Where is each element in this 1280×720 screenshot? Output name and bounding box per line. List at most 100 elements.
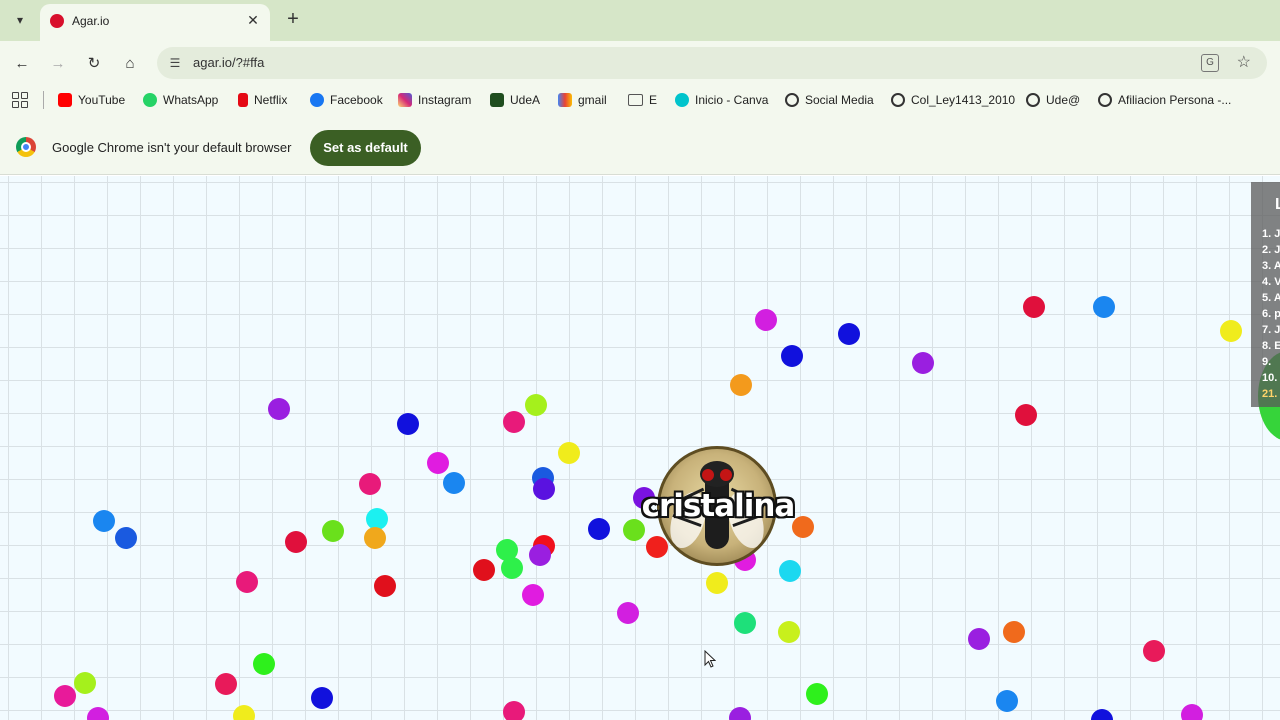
instagram-icon xyxy=(398,93,412,107)
food-pellet xyxy=(503,411,525,433)
globe-icon xyxy=(1098,93,1112,107)
food-pellet xyxy=(374,575,396,597)
tab-search-chevron-icon[interactable]: ▾ xyxy=(8,8,32,32)
leaderboard-entry: 3. A xyxy=(1262,260,1280,272)
food-pellet xyxy=(588,518,610,540)
gmail-icon xyxy=(558,93,572,107)
game-canvas[interactable]: cristalina L 1. J 2. J 3. A 4. V 5. A 6.… xyxy=(0,176,1280,720)
food-pellet xyxy=(968,628,990,650)
netflix-icon xyxy=(238,93,248,107)
food-pellet xyxy=(529,544,551,566)
food-pellet xyxy=(236,571,258,593)
food-pellet xyxy=(501,557,523,579)
food-pellet xyxy=(364,527,386,549)
translate-icon[interactable]: G xyxy=(1201,54,1219,72)
tab-agario[interactable]: Agar.io ✕ xyxy=(40,4,270,41)
agario-favicon-icon xyxy=(50,14,64,28)
food-pellet xyxy=(522,584,544,606)
food-pellet xyxy=(779,560,801,582)
mouse-cursor-icon xyxy=(704,650,716,668)
bookmark-gmail[interactable]: gmail xyxy=(558,92,607,108)
facebook-icon xyxy=(310,93,324,107)
food-pellet xyxy=(734,612,756,634)
food-pellet xyxy=(558,442,580,464)
food-pellet xyxy=(755,309,777,331)
food-pellet xyxy=(285,531,307,553)
default-browser-infobar: Google Chrome isn't your default browser… xyxy=(0,115,1280,175)
leaderboard-entry: 5. A xyxy=(1262,292,1280,304)
food-pellet xyxy=(473,559,495,581)
globe-icon xyxy=(1026,93,1040,107)
food-pellet xyxy=(838,323,860,345)
food-pellet xyxy=(1093,296,1115,318)
food-pellet xyxy=(729,707,751,720)
apps-grid-icon[interactable] xyxy=(12,92,28,108)
home-icon[interactable]: ⌂ xyxy=(119,52,141,74)
food-pellet xyxy=(525,394,547,416)
food-pellet xyxy=(427,452,449,474)
leaderboard-own-rank: 21. xyxy=(1262,388,1278,400)
fly-eye xyxy=(720,469,732,481)
leaderboard-title: L xyxy=(1275,196,1280,213)
leaderboard-entry: 10. xyxy=(1262,372,1278,384)
food-pellet xyxy=(359,473,381,495)
food-pellet xyxy=(617,602,639,624)
browser-toolbar: ← → ↻ ⌂ ☰ agar.io/?#ffa G ☆ xyxy=(0,41,1280,85)
new-tab-plus-icon[interactable]: + xyxy=(282,8,304,30)
food-pellet xyxy=(996,690,1018,712)
url-text[interactable]: agar.io/?#ffa xyxy=(193,55,264,70)
leaderboard-entry: 6. p xyxy=(1262,308,1280,320)
bookmark-facebook[interactable]: Facebook xyxy=(310,92,383,108)
folder-icon xyxy=(628,94,643,106)
bookmark-col-ley[interactable]: Col_Ley1413_2010 xyxy=(891,92,1015,108)
bookmark-star-icon[interactable]: ☆ xyxy=(1237,52,1251,72)
leaderboard-entry: 7. J xyxy=(1262,324,1280,336)
back-arrow-icon[interactable]: ← xyxy=(11,52,33,74)
reload-icon[interactable]: ↻ xyxy=(83,52,105,74)
food-pellet xyxy=(93,510,115,532)
site-info-icon[interactable]: ☰ xyxy=(167,55,183,71)
bookmark-udea-virtual[interactable]: Ude@ xyxy=(1026,92,1080,108)
tab-title: Agar.io xyxy=(72,14,110,28)
food-pellet xyxy=(912,352,934,374)
food-pellet xyxy=(503,701,525,720)
udea-icon xyxy=(490,93,504,107)
canva-icon xyxy=(675,93,689,107)
leaderboard-entry: 4. V xyxy=(1262,276,1280,288)
bookmark-whatsapp[interactable]: WhatsApp xyxy=(143,92,218,108)
bookmark-udea[interactable]: UdeA xyxy=(490,92,540,108)
whatsapp-icon xyxy=(143,93,157,107)
food-pellet xyxy=(54,685,76,707)
food-pellet xyxy=(806,683,828,705)
bookmark-folder-e[interactable]: E xyxy=(628,92,657,108)
leaderboard-entry: 1. J xyxy=(1262,228,1280,240)
bookmark-instagram[interactable]: Instagram xyxy=(398,92,471,108)
chrome-logo-icon xyxy=(16,137,36,157)
food-pellet xyxy=(1220,320,1242,342)
bookmark-social-media[interactable]: Social Media xyxy=(785,92,874,108)
bookmarks-divider xyxy=(43,91,44,109)
bookmark-afiliacion[interactable]: Afiliacion Persona -... xyxy=(1098,92,1231,108)
food-pellet xyxy=(533,478,555,500)
food-pellet xyxy=(397,413,419,435)
bookmarks-bar: YouTube WhatsApp Netflix Facebook Instag… xyxy=(0,85,1280,115)
food-pellet xyxy=(443,472,465,494)
leaderboard-entry: 9. xyxy=(1262,356,1272,368)
infobar-message: Google Chrome isn't your default browser xyxy=(52,140,292,155)
bookmark-netflix[interactable]: Netflix xyxy=(238,92,287,108)
food-pellet xyxy=(706,572,728,594)
leaderboard: L 1. J 2. J 3. A 4. V 5. A 6. p 7. J 8. … xyxy=(1251,182,1280,407)
player-name: cristalina xyxy=(641,488,796,524)
forward-arrow-icon[interactable]: → xyxy=(47,52,69,74)
tab-close-icon[interactable]: ✕ xyxy=(244,11,262,29)
bookmark-canva[interactable]: Inicio - Canva xyxy=(675,92,768,108)
food-pellet xyxy=(215,673,237,695)
set-as-default-button[interactable]: Set as default xyxy=(310,130,421,166)
bookmark-youtube[interactable]: YouTube xyxy=(58,92,125,108)
youtube-icon xyxy=(58,93,72,107)
food-pellet xyxy=(730,374,752,396)
globe-icon xyxy=(891,93,905,107)
food-pellet xyxy=(1015,404,1037,426)
address-bar[interactable]: ☰ agar.io/?#ffa G ☆ xyxy=(157,47,1267,79)
leaderboard-entry: 2. J xyxy=(1262,244,1280,256)
